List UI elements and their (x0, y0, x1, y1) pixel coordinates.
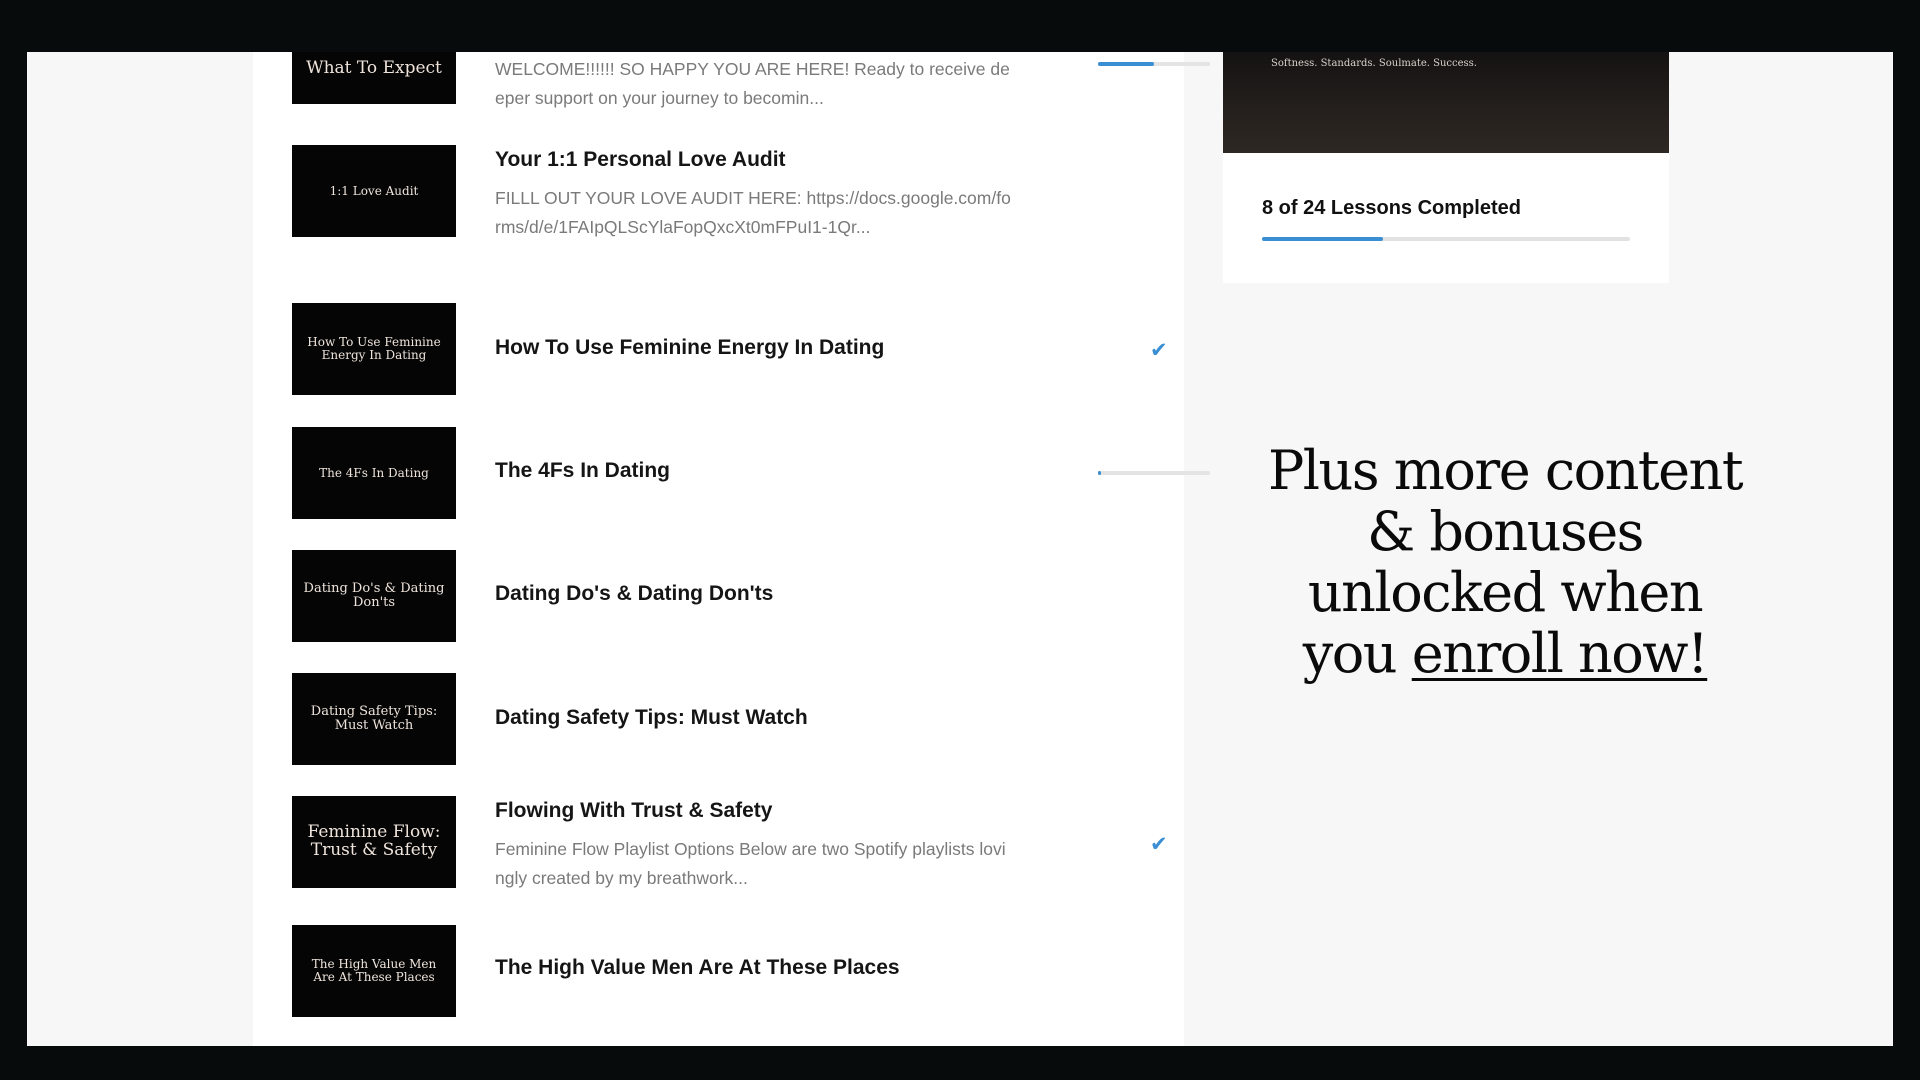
promo-line: Plus more content (1267, 439, 1744, 502)
lesson-item-4fs[interactable]: The 4Fs In Dating The 4Fs In Dating (292, 427, 1210, 519)
course-cover-image: Softness. Standards. Soulmate. Success. (1223, 52, 1669, 153)
lesson-progress-fill (1098, 471, 1102, 475)
lesson-item-safety-tips[interactable]: Dating Safety Tips: Must Watch Dating Sa… (292, 673, 1149, 765)
enroll-now-link[interactable]: enroll now! (1412, 622, 1709, 685)
lesson-description: FILLL OUT YOUR LOVE AUDIT HERE: https://… (495, 188, 1011, 237)
lesson-item-dos-donts[interactable]: Dating Do's & Dating Don'ts Dating Do's … (292, 550, 1149, 642)
lesson-progress-bar (1098, 62, 1210, 66)
lesson-thumbnail[interactable]: Dating Safety Tips: Must Watch (292, 673, 456, 765)
course-progress-fill (1262, 237, 1384, 241)
lesson-thumbnail[interactable]: Feminine Flow: Trust & Safety (292, 796, 456, 888)
lesson-item-trust-safety[interactable]: Feminine Flow: Trust & Safety Flowing Wi… (292, 796, 1168, 906)
lesson-thumbnail[interactable]: 1:1 Love Audit (292, 145, 456, 237)
lesson-title[interactable]: The High Value Men Are At These Places (495, 956, 900, 980)
lesson-thumbnail[interactable]: How To Use Feminine Energy In Dating (292, 303, 456, 395)
lesson-title[interactable]: Dating Do's & Dating Don'ts (495, 582, 773, 606)
lesson-list: What To Expect WELCOME!!!!!! SO HAPPY YO… (253, 52, 1210, 1046)
lesson-title[interactable]: Dating Safety Tips: Must Watch (495, 706, 808, 730)
course-tagline: Softness. Standards. Soulmate. Success. (1271, 58, 1477, 69)
promo-prefix: you (1302, 622, 1412, 685)
lesson-item-feminine-energy[interactable]: How To Use Feminine Energy In Dating How… (292, 303, 1168, 395)
lesson-title[interactable]: How To Use Feminine Energy In Dating (495, 336, 884, 360)
lesson-title[interactable]: Your 1:1 Personal Love Audit (495, 148, 786, 172)
checkmark-icon: ✔ (1150, 832, 1168, 856)
promo-line: unlocked when (1307, 561, 1704, 624)
lesson-item-what-to-expect[interactable]: What To Expect WELCOME!!!!!! SO HAPPY YO… (292, 52, 1210, 142)
lesson-progress-bar (1098, 471, 1210, 475)
lesson-title[interactable]: Flowing With Trust & Safety (495, 799, 772, 823)
course-progress-bar (1262, 237, 1630, 241)
lessons-completed-text: 8 of 24 Lessons Completed (1262, 197, 1521, 219)
lesson-item-love-audit[interactable]: 1:1 Love Audit Your 1:1 Personal Love Au… (292, 145, 1149, 275)
promo-line: you enroll now! (1225, 623, 1785, 684)
lesson-description: WELCOME!!!!!! SO HAPPY YOU ARE HERE! Rea… (495, 59, 1010, 108)
lesson-thumbnail[interactable]: The High Value Men Are At These Places (292, 925, 456, 1017)
lesson-description: Feminine Flow Playlist Options Below are… (495, 839, 1006, 888)
lesson-thumbnail[interactable]: Dating Do's & Dating Don'ts (292, 550, 456, 642)
lesson-thumbnail[interactable]: What To Expect (292, 52, 456, 104)
checkmark-icon: ✔ (1150, 338, 1168, 362)
lesson-item-high-value-men[interactable]: The High Value Men Are At These Places T… (292, 925, 1149, 1017)
promo-line: & bonuses (1367, 500, 1644, 563)
lesson-progress-fill (1098, 62, 1154, 66)
lesson-thumbnail[interactable]: The 4Fs In Dating (292, 427, 456, 519)
course-page: What To Expect WELCOME!!!!!! SO HAPPY YO… (27, 52, 1893, 1046)
course-progress-card: Softness. Standards. Soulmate. Success. … (1223, 52, 1669, 283)
enroll-promo: Plus more content & bonuses unlocked whe… (1225, 440, 1785, 684)
lesson-title[interactable]: The 4Fs In Dating (495, 459, 670, 483)
